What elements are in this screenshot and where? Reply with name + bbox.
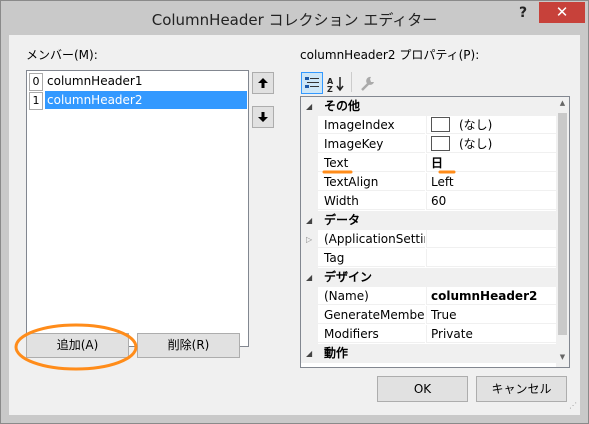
expand-triangle-icon[interactable]: ▷ (306, 230, 312, 249)
toolbar-separator (351, 72, 352, 92)
sort-az-icon: A Z (327, 77, 344, 94)
property-row-imagekey[interactable]: ImageKey (なし) (301, 135, 556, 154)
categorized-icon (305, 77, 319, 88)
properties-label: columnHeader2 プロパティ(P): (300, 48, 480, 62)
property-grid-scrollbar[interactable]: ▲ ▼ (556, 97, 569, 367)
collapse-triangle-icon[interactable]: ◢ (306, 344, 312, 363)
members-listbox[interactable]: 0 columnHeader1 1 columnHeader2 (26, 70, 249, 347)
property-row-tag[interactable]: Tag (301, 249, 556, 268)
members-label: メンバー(M): (26, 48, 98, 62)
property-row-applicationsettings[interactable]: ▷ (ApplicationSettin (301, 230, 556, 249)
list-item-name: columnHeader2 (45, 91, 247, 109)
image-swatch (431, 136, 450, 151)
property-row-imageindex[interactable]: ImageIndex (なし) (301, 116, 556, 135)
cancel-button[interactable]: キャンセル (476, 376, 567, 402)
category-other[interactable]: ◢ その他 (301, 97, 556, 116)
dialog-window: ColumnHeader コレクション エディター ? ✕ メンバー(M): c… (0, 0, 589, 424)
collapse-triangle-icon[interactable]: ◢ (306, 211, 312, 230)
add-button-highlight-annotation (14, 323, 138, 371)
category-behavior[interactable]: ◢ 動作 (301, 344, 556, 363)
help-button[interactable]: ? (510, 3, 536, 23)
scroll-down-icon[interactable]: ▼ (556, 353, 569, 361)
arrow-down-icon (258, 112, 268, 122)
wrench-icon (361, 76, 374, 91)
categorized-view-button[interactable] (301, 72, 323, 94)
close-button[interactable]: ✕ (539, 2, 585, 23)
collapse-triangle-icon[interactable]: ◢ (306, 268, 312, 287)
category-data[interactable]: ◢ データ (301, 211, 556, 230)
scroll-up-icon[interactable]: ▲ (556, 99, 569, 107)
window-title: ColumnHeader コレクション エディター (151, 11, 438, 29)
list-item[interactable]: 0 columnHeader1 (28, 72, 247, 91)
dialog-client-area: メンバー(M): columnHeader2 プロパティ(P): 0 colum… (9, 35, 580, 415)
property-grid[interactable]: ◢ その他 ImageIndex (なし) ImageKey (なし) Text 日 T… (300, 96, 570, 368)
list-item-index: 0 (29, 73, 43, 91)
move-up-button[interactable] (252, 72, 274, 94)
category-design[interactable]: ◢ デザイン (301, 268, 556, 287)
property-row-name[interactable]: (Name) columnHeader2 (301, 287, 556, 306)
list-item-index: 1 (29, 92, 43, 110)
ok-button[interactable]: OK (377, 376, 468, 402)
property-row-modifiers[interactable]: Modifiers Private (301, 325, 556, 344)
svg-text:Z: Z (327, 85, 333, 94)
property-pages-button[interactable] (358, 74, 378, 94)
collapse-triangle-icon[interactable]: ◢ (306, 97, 312, 116)
text-property-underline-annotation (322, 170, 456, 174)
list-item-name: columnHeader1 (47, 74, 143, 88)
alphabetical-view-button[interactable]: A Z (326, 74, 346, 94)
scrollbar-thumb[interactable] (558, 113, 567, 335)
resize-grip[interactable]: ⋰ (569, 401, 578, 410)
list-item-selected[interactable]: 1 columnHeader2 (28, 91, 247, 110)
arrow-up-icon (258, 78, 268, 88)
title-bar: ColumnHeader コレクション エディター ? ✕ (1, 1, 588, 35)
image-swatch (431, 117, 450, 132)
property-row-generatemember[interactable]: GenerateMember True (301, 306, 556, 325)
move-down-button[interactable] (252, 106, 274, 128)
remove-button[interactable]: 削除(R) (137, 333, 240, 358)
property-row-width[interactable]: Width 60 (301, 192, 556, 211)
